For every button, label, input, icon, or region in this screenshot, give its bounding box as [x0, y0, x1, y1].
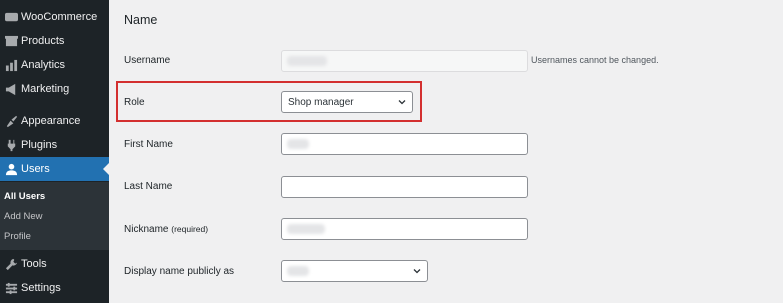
- tools-icon: [1, 258, 21, 271]
- role-select-value: Shop manager: [288, 96, 354, 108]
- chevron-down-icon: [413, 267, 421, 275]
- nickname-field[interactable]: [281, 218, 528, 240]
- submenu-profile[interactable]: Profile: [4, 231, 31, 242]
- users-icon: [1, 163, 21, 176]
- first-name-label: First Name: [124, 139, 173, 150]
- role-label: Role: [124, 97, 145, 108]
- marketing-icon: [1, 83, 21, 96]
- display-name-label: Display name publicly as: [124, 266, 235, 277]
- submenu-all-users[interactable]: All Users: [4, 191, 45, 202]
- last-name-field[interactable]: [281, 176, 528, 198]
- first-name-field[interactable]: [281, 133, 528, 155]
- submenu-add-new[interactable]: Add New: [4, 211, 43, 222]
- username-field: [281, 50, 528, 72]
- sidebar-item-woocommerce[interactable]: WooCommerce: [0, 5, 109, 29]
- products-icon: [1, 35, 21, 48]
- nickname-label-text: Nickname: [124, 224, 169, 235]
- sidebar-item-users[interactable]: Users: [0, 157, 109, 181]
- sidebar-item-plugins[interactable]: Plugins: [0, 133, 109, 157]
- admin-sidebar: WooCommerce Products Analytics Marketing…: [0, 0, 109, 303]
- plugins-icon: [1, 139, 21, 152]
- profile-form: Name Username Usernames cannot be change…: [109, 0, 783, 303]
- section-heading: Name: [124, 13, 158, 27]
- woo-icon: [1, 11, 21, 24]
- chevron-down-icon: [398, 98, 406, 106]
- analytics-icon: [1, 59, 21, 72]
- sidebar-item-appearance[interactable]: Appearance: [0, 109, 109, 133]
- sidebar-item-analytics[interactable]: Analytics: [0, 53, 109, 77]
- users-submenu: All Users Add New Profile: [0, 182, 109, 250]
- username-label: Username: [124, 55, 171, 66]
- blurred-value: [287, 139, 309, 149]
- sidebar-item-settings[interactable]: Settings: [0, 276, 109, 300]
- display-name-select[interactable]: [281, 260, 428, 282]
- blurred-value: [287, 224, 325, 234]
- role-select[interactable]: Shop manager: [281, 91, 413, 113]
- blurred-value: [287, 56, 327, 66]
- username-helper: Usernames cannot be changed.: [531, 55, 659, 65]
- settings-icon: [1, 282, 21, 295]
- blurred-value: [287, 266, 309, 276]
- appearance-icon: [1, 115, 21, 128]
- sidebar-item-marketing[interactable]: Marketing: [0, 77, 109, 101]
- required-note: (required): [171, 224, 209, 234]
- nickname-label: Nickname (required): [124, 224, 208, 235]
- sidebar-item-tools[interactable]: Tools: [0, 252, 109, 276]
- sidebar-item-products[interactable]: Products: [0, 29, 109, 53]
- last-name-label: Last Name: [124, 181, 173, 192]
